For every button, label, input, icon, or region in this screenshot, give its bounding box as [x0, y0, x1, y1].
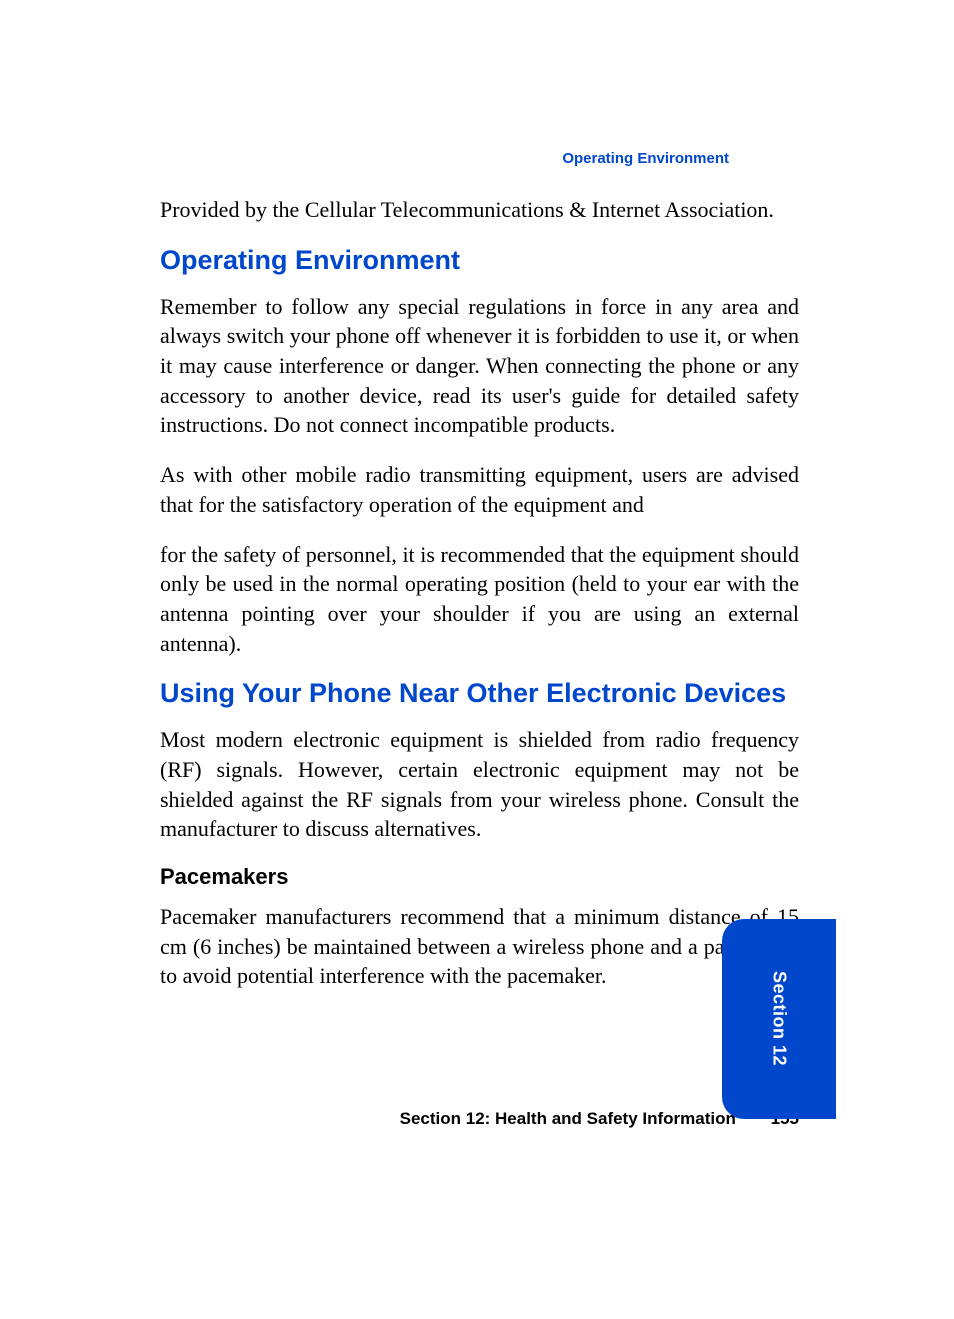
page-content: Operating Environment Provided by the Ce…	[0, 0, 954, 991]
section-tab-label: Section 12	[769, 971, 790, 1066]
footer-section-title: Section 12: Health and Safety Informatio…	[400, 1109, 736, 1128]
heading-operating-environment: Operating Environment	[160, 245, 799, 276]
heading-electronic-devices: Using Your Phone Near Other Electronic D…	[160, 678, 799, 709]
body-paragraph: for the safety of personnel, it is recom…	[160, 540, 799, 659]
body-paragraph: As with other mobile radio transmitting …	[160, 460, 799, 519]
body-paragraph: Most modern electronic equipment is shie…	[160, 725, 799, 844]
running-header: Operating Environment	[160, 150, 799, 167]
body-paragraph: Pacemaker manufacturers recommend that a…	[160, 902, 799, 991]
subheading-pacemakers: Pacemakers	[160, 864, 799, 890]
intro-paragraph: Provided by the Cellular Telecommunicati…	[160, 195, 799, 225]
section-tab: Section 12	[722, 919, 836, 1119]
body-paragraph: Remember to follow any special regulatio…	[160, 292, 799, 440]
